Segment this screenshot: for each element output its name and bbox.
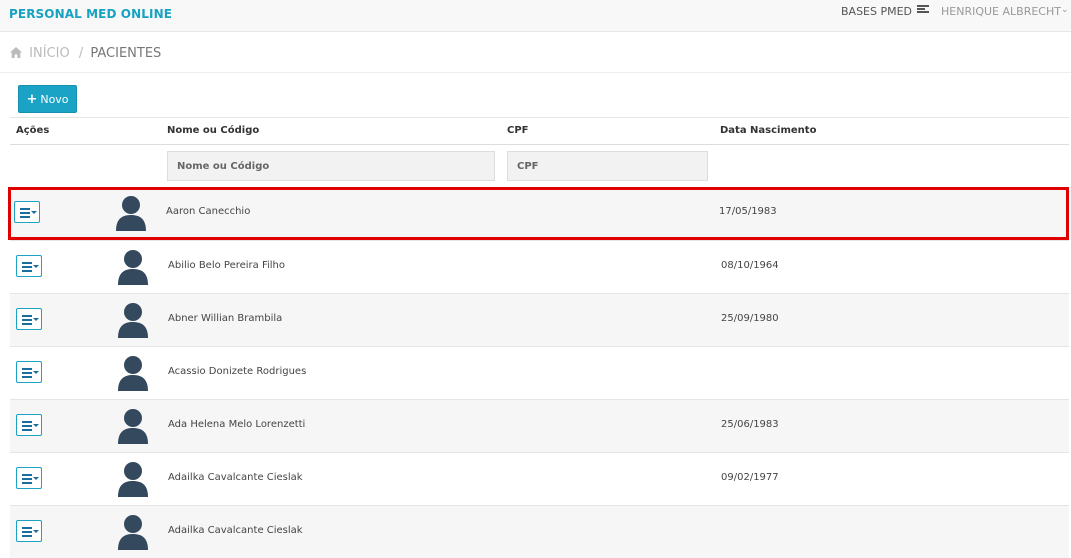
- column-cpf[interactable]: CPF: [507, 125, 529, 136]
- row-actions-button[interactable]: [16, 308, 42, 330]
- chevron-down-icon[interactable]: ⌄: [1061, 5, 1069, 15]
- table-header: Ações Nome ou Código CPF Data Nascimento: [10, 117, 1069, 145]
- user-silhouette-icon: [117, 461, 149, 497]
- patient-name[interactable]: Acassio Donizete Rodrigues: [168, 366, 306, 377]
- home-icon[interactable]: [10, 47, 22, 58]
- menu-lines-icon: [22, 368, 32, 378]
- name-filter-input[interactable]: [167, 151, 495, 181]
- plus-icon: +: [26, 91, 38, 107]
- app-brand[interactable]: PERSONAL MED ONLINE: [9, 7, 172, 21]
- patient-birth-date: 17/05/1983: [719, 206, 777, 217]
- breadcrumb: INÍCIO / PACIENTES: [10, 46, 161, 61]
- table-row[interactable]: Abilio Belo Pereira Filho 08/10/1964: [10, 240, 1069, 293]
- row-actions-button[interactable]: [16, 520, 42, 542]
- table-row[interactable]: Acassio Donizete Rodrigues: [10, 346, 1069, 399]
- column-actions: Ações: [16, 125, 50, 136]
- patient-birth-date: 25/06/1983: [721, 419, 779, 430]
- patient-name[interactable]: Adailka Cavalcante Cieslak: [168, 472, 303, 483]
- list-icon[interactable]: [917, 5, 929, 16]
- patient-name[interactable]: Abilio Belo Pereira Filho: [168, 260, 285, 271]
- caret-down-icon: [33, 265, 39, 268]
- table-row[interactable]: Adailka Cavalcante Cieslak 09/02/1977: [10, 452, 1069, 505]
- user-menu[interactable]: HENRIQUE ALBRECHT: [941, 5, 1061, 18]
- divider: [0, 72, 1071, 73]
- table-row[interactable]: Abner Willian Brambila 25/09/1980: [10, 293, 1069, 346]
- table-row[interactable]: Adailka Cavalcante Cieslak: [10, 505, 1069, 558]
- breadcrumb-current: PACIENTES: [90, 46, 162, 61]
- menu-lines-icon: [22, 262, 32, 272]
- user-silhouette-icon: [117, 249, 149, 285]
- row-actions-button[interactable]: [16, 414, 42, 436]
- user-silhouette-icon: [117, 408, 149, 444]
- caret-down-icon: [31, 211, 37, 214]
- row-actions-button[interactable]: [16, 361, 42, 383]
- breadcrumb-separator: /: [78, 46, 84, 61]
- caret-down-icon: [33, 477, 39, 480]
- menu-lines-icon: [20, 208, 30, 218]
- menu-lines-icon: [22, 474, 32, 484]
- patient-name[interactable]: Aaron Canecchio: [166, 206, 250, 217]
- user-silhouette-icon: [117, 302, 149, 338]
- patient-birth-date: 08/10/1964: [721, 260, 779, 271]
- row-actions-button[interactable]: [14, 201, 40, 223]
- caret-down-icon: [33, 530, 39, 533]
- new-button-label: Novo: [40, 92, 69, 106]
- user-silhouette-icon: [115, 195, 147, 231]
- patient-name[interactable]: Adailka Cavalcante Cieslak: [168, 525, 303, 536]
- column-birth-date[interactable]: Data Nascimento: [720, 125, 816, 136]
- menu-lines-icon: [22, 421, 32, 431]
- patient-name[interactable]: Abner Willian Brambila: [168, 313, 282, 324]
- caret-down-icon: [33, 318, 39, 321]
- user-silhouette-icon: [117, 355, 149, 391]
- cpf-filter-input[interactable]: [507, 151, 708, 181]
- caret-down-icon: [33, 371, 39, 374]
- patient-name[interactable]: Ada Helena Melo Lorenzetti: [168, 419, 305, 430]
- user-silhouette-icon: [117, 514, 149, 550]
- patient-birth-date: 25/09/1980: [721, 313, 779, 324]
- row-actions-button[interactable]: [16, 467, 42, 489]
- new-patient-button[interactable]: + Novo: [18, 85, 77, 113]
- bases-link[interactable]: BASES PMED: [841, 5, 912, 18]
- table-row[interactable]: Ada Helena Melo Lorenzetti 25/06/1983: [10, 399, 1069, 452]
- column-name[interactable]: Nome ou Código: [167, 125, 259, 136]
- table-row[interactable]: Aaron Canecchio 17/05/1983: [8, 187, 1069, 240]
- row-actions-button[interactable]: [16, 255, 42, 277]
- menu-lines-icon: [22, 315, 32, 325]
- top-navbar: PERSONAL MED ONLINE BASES PMED HENRIQUE …: [0, 0, 1071, 32]
- caret-down-icon: [33, 424, 39, 427]
- breadcrumb-home[interactable]: INÍCIO: [29, 46, 70, 61]
- patient-birth-date: 09/02/1977: [721, 472, 779, 483]
